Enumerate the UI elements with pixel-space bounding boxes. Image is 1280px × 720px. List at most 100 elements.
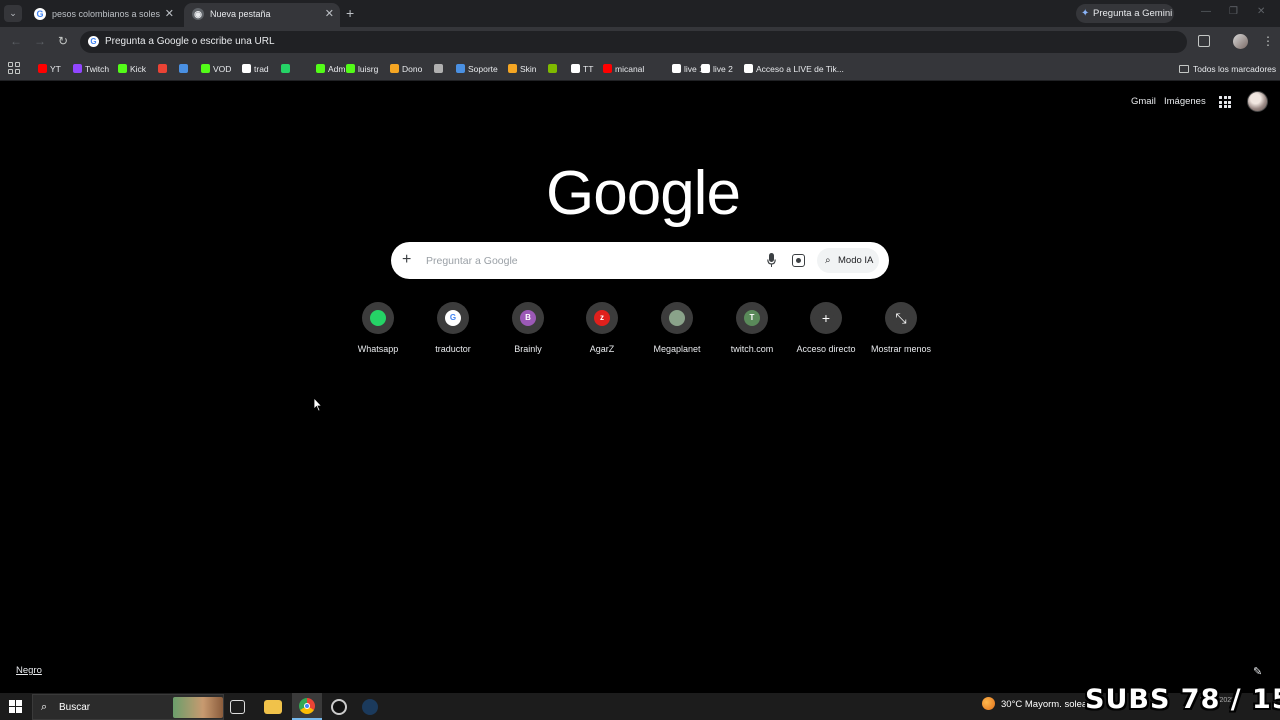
close-tab-icon[interactable]: ✕ <box>325 7 334 20</box>
bookmark-item[interactable] <box>434 62 446 76</box>
shortcut-label: Megaplanet <box>653 344 701 354</box>
new-tab-button[interactable]: + <box>346 5 354 21</box>
kick-icon <box>118 64 127 74</box>
bookmark-item[interactable]: Twitch <box>73 62 109 76</box>
omnibox-placeholder: Pregunta a Google o escribe una URL <box>105 36 275 47</box>
taskbar-search[interactable]: ⌕ Buscar <box>32 694 224 720</box>
shortcut-tile[interactable]: ⤡ Mostrar menos <box>863 302 939 354</box>
bookmark-label: Acceso a LIVE de Tik... <box>756 64 844 74</box>
profile-avatar[interactable] <box>1233 34 1248 49</box>
shortcut-label: traductor <box>435 344 471 354</box>
account-avatar[interactable] <box>1247 91 1268 112</box>
shortcut-label: Brainly <box>514 344 542 354</box>
search-icon: ⌕ <box>41 701 48 713</box>
shortcut-tile[interactable]: B Brainly <box>490 302 566 354</box>
tab-search-button[interactable]: ⌄ <box>4 5 22 22</box>
microsoft-icon <box>548 64 557 74</box>
gmail-icon <box>158 64 167 74</box>
extensions-icon[interactable] <box>1198 35 1210 47</box>
bookmark-label: Adm <box>328 64 346 74</box>
weather-widget[interactable]: 30°C Mayorm. solea <box>982 697 1087 710</box>
taskbar-search-label: Buscar <box>59 702 91 713</box>
theme-label[interactable]: Negro <box>16 665 42 676</box>
gemini-sparkle-icon: ✦ <box>1081 8 1090 19</box>
shortcut-tile[interactable]: Megaplanet <box>639 302 715 354</box>
bookmark-item[interactable] <box>179 62 191 76</box>
support-icon <box>456 64 465 74</box>
restore-icon[interactable]: ❐ <box>1229 6 1238 17</box>
google-icon <box>242 64 251 74</box>
gmail-link[interactable]: Gmail <box>1131 96 1156 107</box>
search-highlight-image <box>173 697 223 718</box>
bookmark-item[interactable]: TT <box>571 62 593 76</box>
google-logo: Google <box>546 159 741 228</box>
bookmark-item[interactable]: YT <box>38 62 61 76</box>
file-explorer-icon[interactable] <box>264 700 282 714</box>
mouse-cursor-icon <box>313 396 323 417</box>
shortcut-tile[interactable]: z AgarZ <box>564 302 640 354</box>
tab-title: Nueva pestaña <box>210 9 271 19</box>
bookmark-item[interactable]: Dono <box>390 62 422 76</box>
obs-icon[interactable] <box>331 699 347 715</box>
add-file-icon[interactable]: + <box>402 251 411 269</box>
google-lens-icon[interactable] <box>792 254 805 267</box>
task-view-icon[interactable] <box>230 700 245 714</box>
close-tab-icon[interactable]: ✕ <box>165 7 174 20</box>
menu-kebab-icon[interactable]: ⋮ <box>1262 34 1274 48</box>
bookmark-item[interactable]: Kick <box>118 62 146 76</box>
reload-icon[interactable]: ↻ <box>58 34 68 48</box>
bookmark-item[interactable]: live 2 <box>701 62 733 76</box>
back-arrow-icon[interactable]: ← <box>10 34 22 48</box>
bookmark-item[interactable]: Adm <box>316 62 345 76</box>
dono-icon <box>390 64 399 74</box>
shortcut-tile[interactable]: Gtraductor <box>415 302 491 354</box>
bookmark-item[interactable]: trad <box>242 62 269 76</box>
tab-nueva-pestana[interactable]: ◉ Nueva pestaña ✕ <box>184 3 340 27</box>
google-icon: G <box>34 8 46 20</box>
ai-mode-label: Modo IA <box>838 255 874 266</box>
whatsapp-icon <box>370 310 386 326</box>
bookmark-item[interactable] <box>548 62 560 76</box>
bookmark-item[interactable]: Soporte <box>456 62 498 76</box>
bookmark-item[interactable]: Skin <box>508 62 537 76</box>
letter-b-icon: B <box>520 310 536 326</box>
customize-pencil-icon[interactable]: ✎ <box>1253 665 1262 678</box>
tab-pesos-colombianos[interactable]: G pesos colombianos a soles - Bu ✕ <box>26 3 180 27</box>
bookmark-item[interactable] <box>158 62 170 76</box>
apps-grid-icon[interactable] <box>8 62 20 74</box>
search-placeholder: Preguntar a Google <box>426 255 518 267</box>
bookmark-item[interactable]: micanal <box>603 62 644 76</box>
bookmark-label: Kick <box>130 64 147 74</box>
windows-start-icon[interactable] <box>9 700 22 713</box>
bookmark-label: TT <box>583 64 594 74</box>
toolbar: ← → ↻ G Pregunta a Google o escribe una … <box>0 27 1280 57</box>
vod-icon <box>201 64 210 74</box>
omnibox[interactable]: G Pregunta a Google o escribe una URL <box>80 31 1187 53</box>
google-apps-icon[interactable] <box>1219 96 1231 108</box>
all-bookmarks-button[interactable]: Todos los marcadores <box>1179 62 1276 76</box>
shortcut-tile[interactable]: + Acceso directo <box>788 302 864 354</box>
tiktok-icon <box>571 64 580 74</box>
close-window-icon[interactable]: ✕ <box>1257 6 1265 17</box>
forward-arrow-icon[interactable]: → <box>34 34 46 48</box>
images-link[interactable]: Imágenes <box>1164 96 1206 107</box>
bookmark-item[interactable]: luisrg <box>346 62 378 76</box>
chrome-icon: ◉ <box>192 8 204 20</box>
bookmark-item[interactable]: Acceso a LIVE de Tik... <box>744 62 844 76</box>
ai-mode-button[interactable]: ⌕ Modo IA <box>817 248 879 273</box>
steam-icon[interactable] <box>362 699 378 715</box>
all-bookmarks-label: Todos los marcadores <box>1193 64 1277 74</box>
bookmark-item[interactable]: VOD <box>201 62 231 76</box>
chrome-taskbar-button[interactable] <box>292 693 322 720</box>
shortcut-tile[interactable]: Whatsapp <box>340 302 416 354</box>
weather-sun-icon <box>982 697 995 710</box>
microphone-icon[interactable] <box>767 253 776 268</box>
bookmark-item[interactable]: live 1 <box>672 62 704 76</box>
bookmark-label: Dono <box>402 64 423 74</box>
bookmark-item[interactable] <box>281 62 293 76</box>
shortcut-tile[interactable]: Ttwitch.com <box>714 302 790 354</box>
minimize-icon[interactable]: — <box>1201 6 1211 17</box>
gemini-label: Pregunta a Gemini <box>1093 8 1173 19</box>
search-box[interactable]: + Preguntar a Google ⌕ Modo IA <box>391 242 889 279</box>
gemini-button[interactable]: ✦ Pregunta a Gemini <box>1076 4 1174 23</box>
